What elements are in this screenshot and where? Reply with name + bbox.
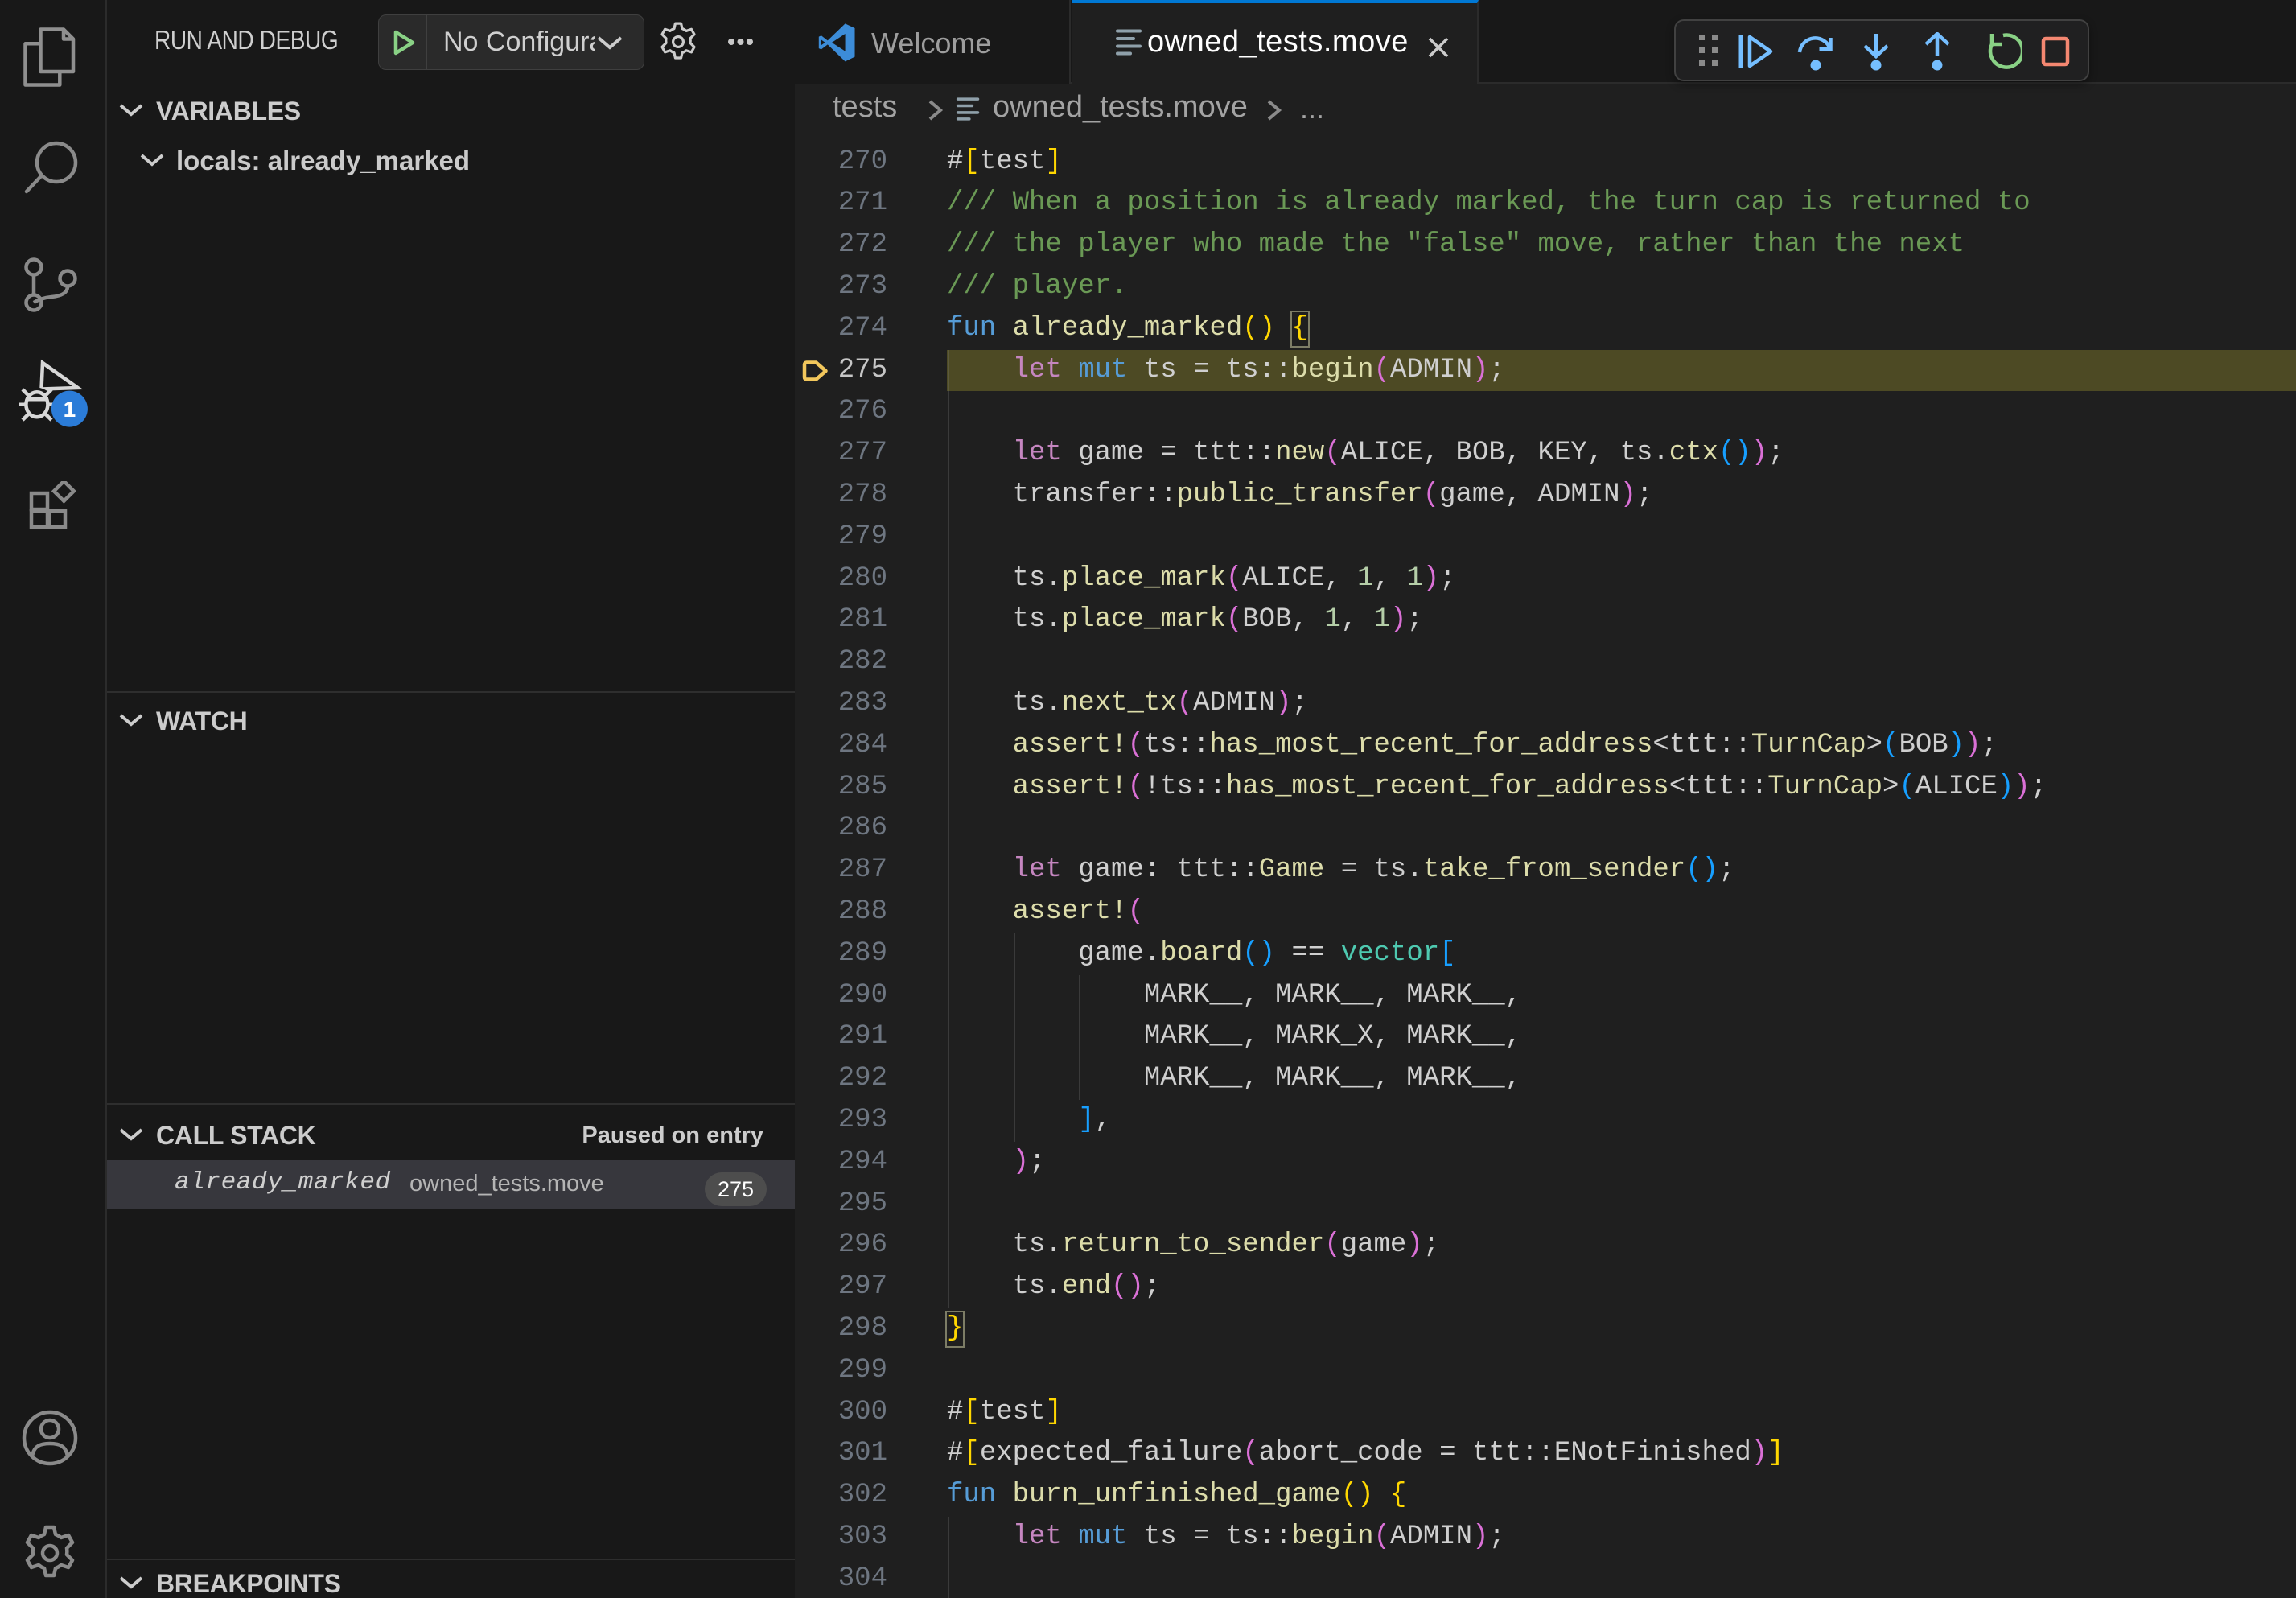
svg-text:1: 1	[64, 397, 76, 422]
